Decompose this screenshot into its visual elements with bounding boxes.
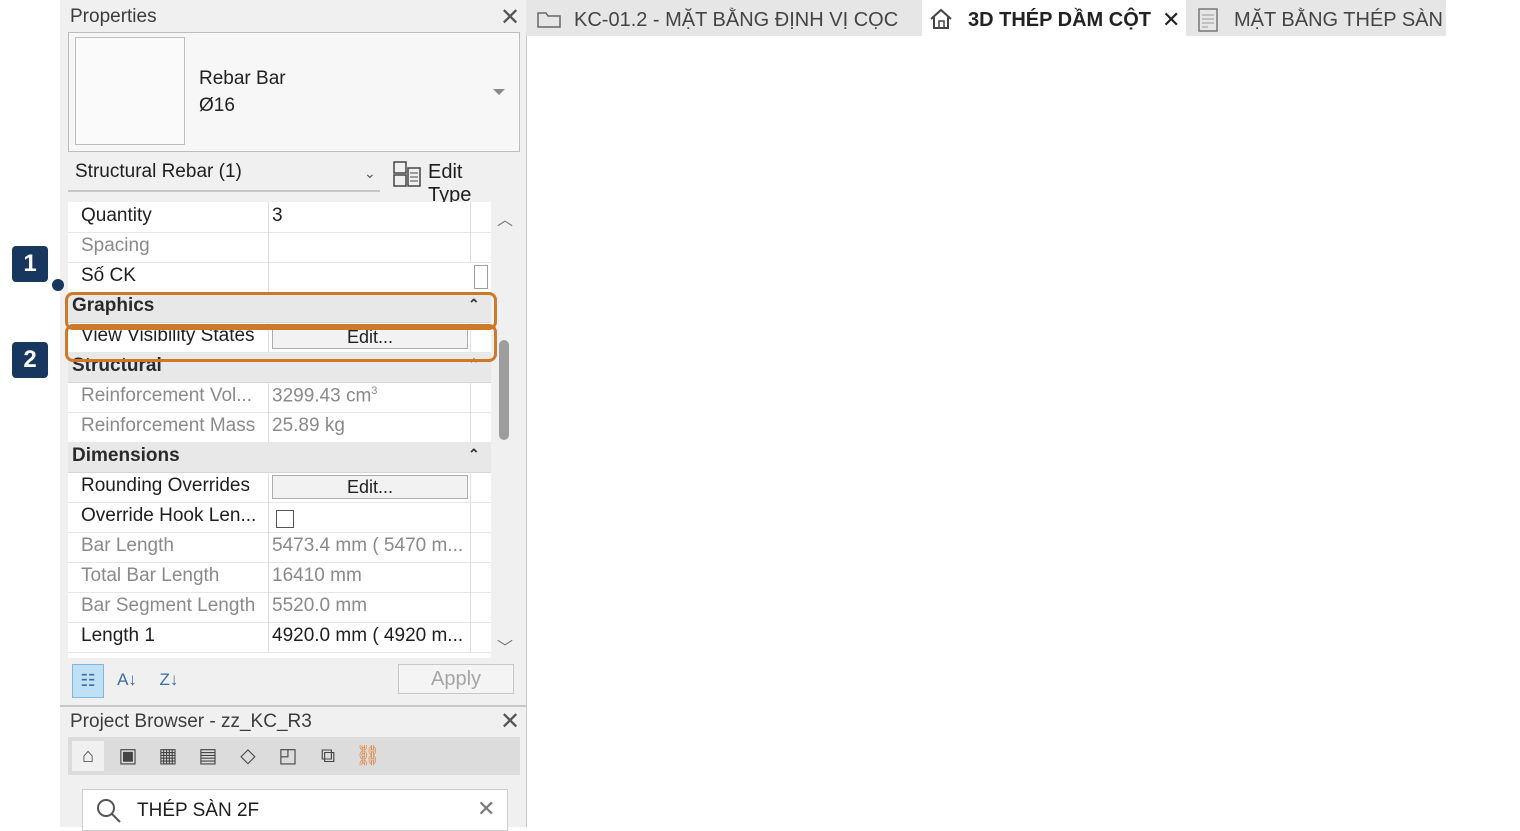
view-tab-strip: KC-01.2 - MẶT BẰNG ĐỊNH VỊ CỌC 3D THÉP D… [526,0,1446,36]
property-value[interactable]: 4920.0 mm ( 4920 m... [272,625,472,647]
search-icon [97,799,121,823]
tab-3d-thep-dam-cot[interactable]: 3D THÉP DẦM CỘT ✕ [922,0,1186,36]
project-browser-title: Project Browser - zz_KC_R3 [70,711,312,732]
view-canvas[interactable] [527,36,1520,825]
edit-type-icon [393,161,421,187]
tab-label: KC-01.2 - MẶT BẰNG ĐỊNH VỊ CỌC [574,9,899,31]
table-icon[interactable]: ▤ [192,741,224,771]
instance-filter-label: Structural Rebar (1) [75,161,242,182]
project-browser-close-icon[interactable]: ✕ [500,710,520,734]
row-reinforcement-volume: Reinforcement Vol... 3299.43 cm3 [68,382,491,413]
property-name: Total Bar Length [81,565,220,586]
edit-type-label: Edit Type [428,161,472,206]
home-icon[interactable]: ⌂ [72,741,104,771]
row-quantity[interactable]: Quantity 3 [68,202,491,233]
scroll-up-icon[interactable]: ︿ [497,206,513,230]
annotation-badge-1: 1 [12,246,48,282]
tab-label: 3D THÉP DẦM CỘT [968,9,1151,31]
property-value: 5520.0 mm [272,595,368,616]
collapse-chevron-icon[interactable]: ⌃ [468,446,480,463]
override-hook-checkbox[interactable] [276,510,294,528]
group-label: Dimensions [72,445,180,466]
row-reinforcement-mass: Reinforcement Mass 25.89 kg [68,412,491,443]
property-name: Reinforcement Vol... [81,385,253,406]
row-scroll-box [474,265,488,289]
sort-descending-icon[interactable]: Z↓ [154,664,184,696]
type-dropdown-arrow-icon[interactable] [493,89,505,95]
annotation-badge-2: 2 [12,342,48,378]
row-rounding-overrides[interactable]: Rounding Overrides Edit... [68,472,491,503]
sheet-icon[interactable]: ◰ [272,741,304,771]
tab-close-icon[interactable]: ✕ [1162,0,1180,36]
row-spacing: Spacing [68,232,491,263]
row-so-ck[interactable]: Số CK [68,262,491,293]
property-value: 5473.4 mm ( 5470 m... [272,535,464,556]
tab-mat-bang-thep-san-2[interactable]: MẶT BẰNG THÉP SÀN 2 [1190,0,1446,36]
property-name: Quantity [81,205,152,226]
clear-search-icon[interactable]: ✕ [477,796,495,822]
property-name: Bar Length [81,535,174,556]
home-3d-icon [930,8,952,29]
type-size-name: Ø16 [199,95,235,116]
property-grid-scrollbar[interactable]: ︿ ﹀ [491,202,516,658]
row-bar-length: Bar Length 5473.4 mm ( 5470 m... [68,532,491,563]
property-value[interactable]: 3 [272,205,472,227]
row-length-1[interactable]: Length 1 4920.0 mm ( 4920 m... [68,622,491,653]
value-unit-sup: 3 [371,385,378,397]
project-browser-panel: Project Browser - zz_KC_R3 ✕ ⌂ ▣ ▦ ▤ ◇ ◰… [60,705,527,831]
apply-button[interactable]: Apply [398,664,514,694]
row-override-hook[interactable]: Override Hook Len... [68,502,491,533]
type-preview-image [75,37,185,145]
family-icon[interactable]: ⧉ [312,741,344,771]
rounding-overrides-edit-button[interactable]: Edit... [272,475,468,499]
highlight-view-visibility-row [65,324,497,362]
row-total-bar-length: Total Bar Length 16410 mm [68,562,491,593]
instance-filter-dropdown[interactable]: Structural Rebar (1) ⌄ [68,156,380,192]
property-name: Số CK [81,265,136,286]
property-value: 25.89 kg [272,415,345,436]
tab-label: MẶT BẰNG THÉP SÀN 2 [1234,9,1446,31]
schedule-icon[interactable]: ▦ [152,741,184,771]
property-name: Rounding Overrides [81,475,250,496]
property-grid: Quantity 3 Spacing Số CK Graphics ⌃ View… [68,202,491,658]
property-value: 16410 mm [272,565,362,586]
view-icon[interactable]: ▣ [112,741,144,771]
type-family-name: Rebar Bar [199,68,286,89]
scroll-down-icon[interactable]: ﹀ [497,634,513,658]
chevron-down-icon: ⌄ [364,165,376,181]
property-name: Override Hook Len... [81,505,257,526]
scrollbar-thumb[interactable] [499,340,509,440]
properties-toolbar: ☷ A↓ Z↓ Apply [68,658,518,702]
categorize-icon[interactable]: ☷ [72,664,104,698]
plan-view-icon [537,12,561,28]
properties-title: Properties [70,6,157,27]
group-dimensions[interactable]: Dimensions ⌃ [68,442,491,473]
property-value: 3299.43 cm3 [272,385,472,407]
value-text: 3299.43 cm [272,385,372,407]
type-selector[interactable]: Rebar Bar Ø16 [68,32,520,152]
annotation-pointer-dot [52,279,64,291]
tab-kc-01-2[interactable]: KC-01.2 - MẶT BẰNG ĐỊNH VỊ CỌC [534,0,919,36]
property-name: Length 1 [81,625,155,646]
sheet-view-icon [1198,8,1218,32]
property-name: Bar Segment Length [81,595,256,616]
search-input[interactable]: THÉP SÀN 2F [137,800,259,822]
property-name: Reinforcement Mass [81,415,256,436]
tag-icon[interactable]: ◇ [232,741,264,771]
properties-close-icon[interactable]: ✕ [500,6,520,30]
link-icon[interactable]: ⛓ [352,741,384,771]
project-browser-toolbar: ⌂ ▣ ▦ ▤ ◇ ◰ ⧉ ⛓ [68,737,520,775]
property-name: Spacing [81,235,150,256]
sort-ascending-icon[interactable]: A↓ [112,664,142,696]
type-name: Rebar Bar Ø16 [199,65,286,119]
row-bar-segment-length: Bar Segment Length 5520.0 mm [68,592,491,623]
